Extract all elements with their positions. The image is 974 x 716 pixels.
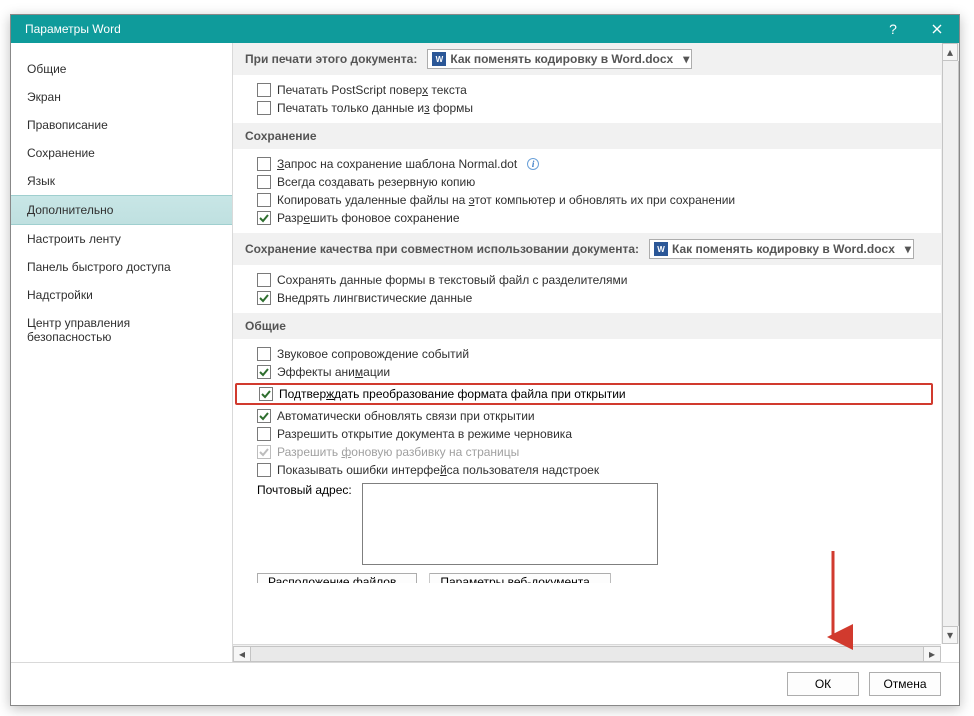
opt-save-backup[interactable]: Всегда создавать резервную копию xyxy=(233,173,941,191)
info-icon[interactable]: i xyxy=(527,158,539,170)
opt-animation-effects[interactable]: Эффекты анимации xyxy=(233,363,941,381)
scroll-track[interactable] xyxy=(251,646,923,662)
scroll-up-button[interactable]: ▴ xyxy=(942,43,958,61)
chevron-down-icon: ▾ xyxy=(905,242,911,256)
sidebar-item-trust-center[interactable]: Центр управления безопасностью xyxy=(11,309,232,351)
vertical-scrollbar[interactable]: ▴ ▾ xyxy=(941,43,959,644)
group-fidelity-header: Сохранение качества при совместном испол… xyxy=(233,233,941,265)
sidebar-item-save[interactable]: Сохранение xyxy=(11,139,232,167)
file-locations-button[interactable]: Расположение файлов... xyxy=(257,573,417,591)
sidebar-item-advanced[interactable]: Дополнительно xyxy=(11,195,232,225)
sidebar-item-general[interactable]: Общие xyxy=(11,55,232,83)
mailing-address-input[interactable] xyxy=(362,483,658,565)
opt-sound-feedback[interactable]: Звуковое сопровождение событий xyxy=(233,345,941,363)
mailing-address-label: Почтовый адрес: xyxy=(257,483,352,497)
titlebar: Параметры Word ? xyxy=(11,15,959,43)
category-sidebar: Общие Экран Правописание Сохранение Язык… xyxy=(11,43,233,662)
print-document-select[interactable]: W Как поменять кодировку в Word.docx ▾ xyxy=(427,49,692,69)
sidebar-item-proofing[interactable]: Правописание xyxy=(11,111,232,139)
chevron-down-icon: ▾ xyxy=(683,52,689,66)
sidebar-item-addins[interactable]: Надстройки xyxy=(11,281,232,309)
close-button[interactable] xyxy=(915,15,959,43)
opt-fidelity-linguistic[interactable]: Внедрять лингвистические данные xyxy=(233,289,941,307)
sidebar-item-language[interactable]: Язык xyxy=(11,167,232,195)
group-general-header: Общие xyxy=(233,313,941,339)
opt-save-background[interactable]: Разрешить фоновое сохранение xyxy=(233,209,941,227)
sidebar-item-quick-access[interactable]: Панель быстрого доступа xyxy=(11,253,232,281)
window-title: Параметры Word xyxy=(25,22,871,36)
help-button[interactable]: ? xyxy=(871,15,915,43)
opt-save-copy-remote[interactable]: Копировать удаленные файлы на этот компь… xyxy=(233,191,941,209)
web-options-button[interactable]: Параметры веб-документа... xyxy=(429,573,610,591)
group-save-header: Сохранение xyxy=(233,123,941,149)
opt-addin-ui-errors[interactable]: Показывать ошибки интерфейса пользовател… xyxy=(233,461,941,479)
word-doc-icon: W xyxy=(432,52,446,66)
options-content: При печати этого документа: W Как поменя… xyxy=(233,43,959,662)
dialog-window: Параметры Word ? Общие Экран Правописани… xyxy=(10,14,960,706)
opt-background-pagination: Разрешить фоновую разбивку на страницы xyxy=(233,443,941,461)
opt-print-postscript[interactable]: Печатать PostScript поверх текста xyxy=(233,81,941,99)
cancel-button[interactable]: Отмена xyxy=(869,672,941,696)
opt-save-normal-prompt[interactable]: Запрос на сохранение шаблона Normal.doti xyxy=(233,155,941,173)
sidebar-item-ribbon[interactable]: Настроить ленту xyxy=(11,225,232,253)
opt-confirm-convert-highlight[interactable]: Подтверждать преобразование формата файл… xyxy=(235,383,933,405)
dialog-footer: ОК Отмена xyxy=(11,663,959,705)
horizontal-scrollbar[interactable]: ◂ ▸ xyxy=(233,644,941,662)
group-print-header: При печати этого документа: W Как поменя… xyxy=(233,43,941,75)
sidebar-item-display[interactable]: Экран xyxy=(11,83,232,111)
scroll-down-button[interactable]: ▾ xyxy=(942,626,958,644)
opt-auto-update-links[interactable]: Автоматически обновлять связи при открыт… xyxy=(233,407,941,425)
mailing-address-row: Почтовый адрес: xyxy=(233,479,941,569)
word-doc-icon: W xyxy=(654,242,668,256)
opt-print-form-data[interactable]: Печатать только данные из формы xyxy=(233,99,941,117)
close-icon xyxy=(932,24,942,34)
opt-fidelity-form-text[interactable]: Сохранять данные формы в текстовый файл … xyxy=(233,271,941,289)
scroll-right-button[interactable]: ▸ xyxy=(923,646,941,662)
scroll-track[interactable] xyxy=(942,61,959,626)
ok-button[interactable]: ОК xyxy=(787,672,859,696)
opt-open-draft[interactable]: Разрешить открытие документа в режиме че… xyxy=(233,425,941,443)
fidelity-document-select[interactable]: W Как поменять кодировку в Word.docx ▾ xyxy=(649,239,914,259)
scroll-left-button[interactable]: ◂ xyxy=(233,646,251,662)
